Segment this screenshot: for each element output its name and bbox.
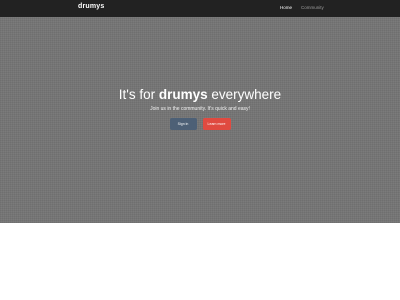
hero-buttons: Sign in Learn more [0,118,400,130]
sign-in-button[interactable]: Sign in [169,118,197,130]
page-body [0,223,400,300]
nav-links: Home Community [280,5,324,10]
hero-headline: It's for drumys everywhere [0,87,400,102]
hero-subtext: Join us in the community. It's quick and… [150,106,250,112]
nav-link-home[interactable]: Home [280,5,292,10]
headline-prefix: It's for [118,87,159,102]
hero-section: It's for drumys everywhere Join us in th… [0,17,400,223]
headline-emphasis: drumys [158,87,208,102]
nav-link-community[interactable]: Community [301,5,324,10]
navbar: drumys Home Community [0,0,400,17]
learn-more-button[interactable]: Learn more [202,118,231,130]
headline-suffix: everywhere [207,87,282,102]
brand-link[interactable]: drumys [78,3,105,10]
